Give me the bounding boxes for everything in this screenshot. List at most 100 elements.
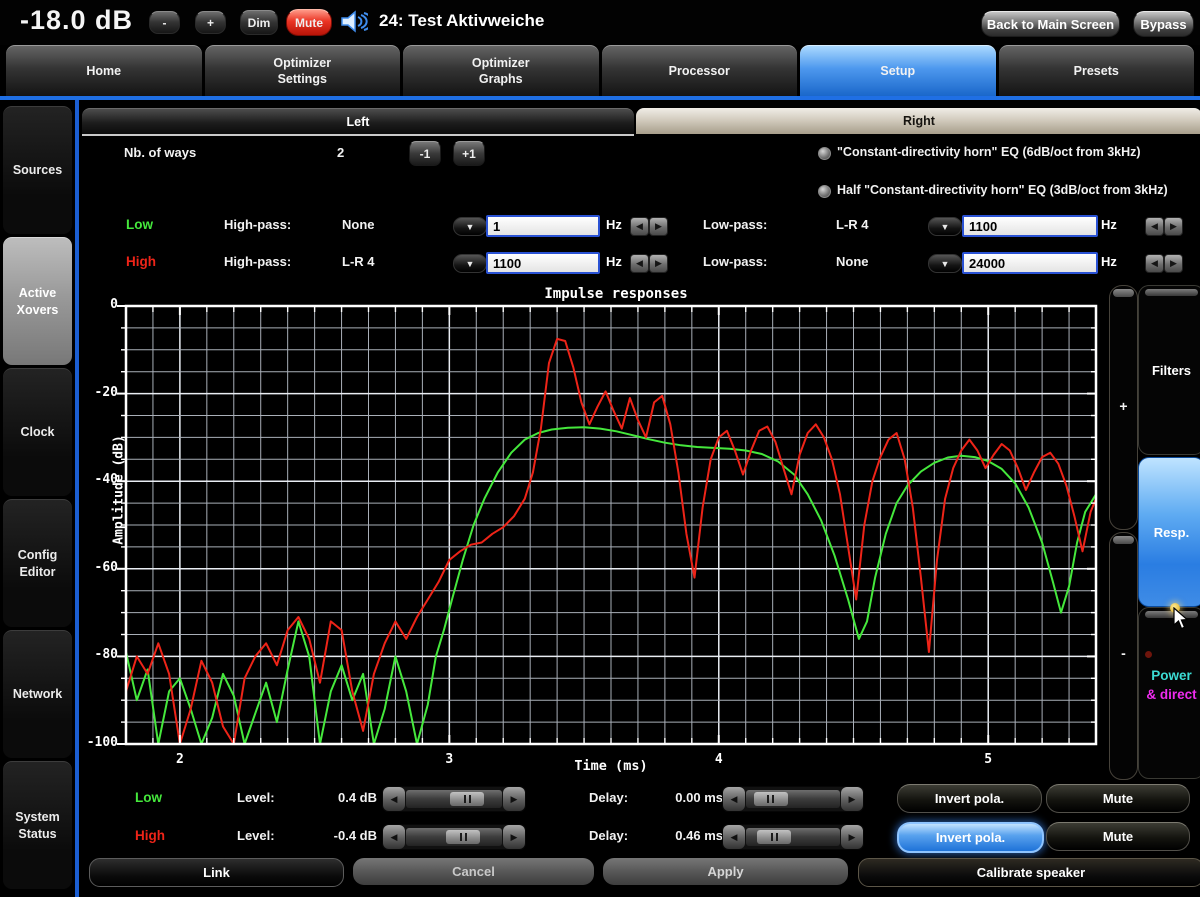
slider-handle[interactable] [757, 830, 791, 844]
tab-home[interactable]: Home [6, 45, 202, 96]
high-pass-freq-input[interactable] [486, 252, 600, 274]
tab-presets[interactable]: Presets [999, 45, 1195, 96]
horn-eq-radio-1[interactable] [818, 147, 831, 160]
x-tick-label: 5 [976, 752, 1000, 767]
y-axis-label: Amplitude (dB) [111, 435, 126, 545]
sidebar-item-system-status[interactable]: System Status [3, 761, 72, 889]
lp-freq-step-up[interactable]: ▶ [1164, 254, 1183, 273]
slider-arrow-left[interactable]: ◀ [723, 825, 745, 849]
slider-handle[interactable] [754, 792, 788, 806]
ways-decrement-button[interactable]: -1 [409, 141, 441, 166]
delay-value: 0.46 ms [645, 828, 723, 843]
xover-row-high: High High-pass: L-R 4 ▼ Hz ◀ ▶ Low-pass:… [79, 251, 1200, 275]
calibrate-speaker-button[interactable]: Calibrate speaker [858, 858, 1200, 887]
zoom-knob[interactable] [1113, 536, 1134, 544]
horn-eq-radio-2[interactable] [818, 185, 831, 198]
mute-button-high[interactable]: Mute [1046, 822, 1190, 851]
tab-processor[interactable]: Processor [602, 45, 798, 96]
slider-track[interactable] [406, 790, 502, 808]
high-pass-type-dropdown[interactable]: ▼ [453, 217, 487, 236]
low-pass-freq-input[interactable] [962, 215, 1098, 237]
tab-optimizer-graphs[interactable]: Optimizer Graphs [403, 45, 599, 96]
slider-arrow-left[interactable]: ◀ [383, 787, 405, 811]
tab-optimizer-settings[interactable]: Optimizer Settings [205, 45, 401, 96]
sidebar-item-clock[interactable]: Clock [3, 368, 72, 496]
tab-setup[interactable]: Setup [800, 45, 996, 96]
high-pass-type-value: None [342, 217, 375, 232]
low-pass-type-dropdown[interactable]: ▼ [928, 217, 962, 236]
slider-arrow-right[interactable]: ▶ [841, 825, 863, 849]
xover-panel: Left Right Nb. of ways 2 -1 +1 "Constant… [75, 100, 1200, 897]
nb-of-ways-value: 2 [337, 145, 344, 160]
slider-handle[interactable] [450, 792, 484, 806]
level-slider-high[interactable]: ◀ ▶ [382, 824, 526, 850]
channel-tab-left[interactable]: Left [82, 108, 634, 136]
chart-title: Impulse responses [431, 286, 801, 302]
sidebar-item-sources[interactable]: Sources [3, 106, 72, 234]
channel-label-low: Low [135, 790, 162, 805]
button-gloss [1145, 289, 1198, 296]
response-view-button[interactable]: Resp. [1138, 457, 1200, 607]
back-to-main-screen-button[interactable]: Back to Main Screen [981, 11, 1120, 37]
x-tick-label: 3 [437, 752, 461, 767]
slider-handle[interactable] [446, 830, 480, 844]
slider-track[interactable] [746, 790, 840, 808]
low-pass-freq-input[interactable] [962, 252, 1098, 274]
slider-track[interactable] [746, 828, 840, 846]
filters-view-button[interactable]: Filters [1138, 285, 1200, 455]
mute-button-low[interactable]: Mute [1046, 784, 1190, 813]
zoom-out-label[interactable]: - [1110, 645, 1137, 661]
link-button[interactable]: Link [89, 858, 344, 887]
horn-eq-label-1: "Constant-directivity horn" EQ (6dB/oct … [837, 145, 1141, 159]
graph-zoom-track-lower[interactable]: - [1109, 532, 1138, 780]
volume-up-button[interactable]: + [195, 11, 226, 34]
bypass-button[interactable]: Bypass [1133, 11, 1194, 37]
invert-polarity-button-low[interactable]: Invert pola. [897, 784, 1042, 813]
master-volume-readout: -18.0 dB [20, 5, 133, 36]
mute-button[interactable]: Mute [286, 9, 332, 36]
xover-row-low: Low High-pass: None ▼ Hz ◀ ▶ Low-pass: L… [79, 214, 1200, 238]
high-pass-freq-input[interactable] [486, 215, 600, 237]
hz-unit-label: Hz [606, 254, 622, 269]
delay-label: Delay: [589, 790, 628, 805]
sidebar-item-active-xovers[interactable]: Active Xovers [3, 237, 72, 365]
delay-slider-high[interactable]: ◀ ▶ [722, 824, 864, 850]
slider-arrow-left[interactable]: ◀ [723, 787, 745, 811]
low-pass-type-dropdown[interactable]: ▼ [928, 254, 962, 273]
invert-polarity-button-high[interactable]: Invert pola. [897, 822, 1044, 853]
high-pass-type-dropdown[interactable]: ▼ [453, 254, 487, 273]
ways-increment-button[interactable]: +1 [453, 141, 485, 166]
x-tick-label: 2 [168, 752, 192, 767]
slider-arrow-right[interactable]: ▶ [503, 787, 525, 811]
level-label: Level: [237, 828, 275, 843]
zoom-knob[interactable] [1113, 289, 1134, 297]
sidebar-item-network[interactable]: Network [3, 630, 72, 758]
cancel-button[interactable]: Cancel [353, 858, 594, 885]
lp-freq-step-down[interactable]: ◀ [1145, 217, 1164, 236]
dim-button[interactable]: Dim [240, 10, 278, 35]
lp-freq-step-down[interactable]: ◀ [1145, 254, 1164, 273]
hp-freq-step-up[interactable]: ▶ [649, 254, 668, 273]
power-direct-view-button[interactable]: Power & direct [1138, 607, 1200, 779]
low-pass-label: Low-pass: [703, 254, 767, 269]
slider-arrow-left[interactable]: ◀ [383, 825, 405, 849]
volume-down-button[interactable]: - [149, 11, 180, 34]
slider-arrow-right[interactable]: ▶ [503, 825, 525, 849]
sidebar-item-config-editor[interactable]: Config Editor [3, 499, 72, 627]
graph-zoom-track-upper[interactable]: + [1109, 285, 1138, 530]
level-slider-low[interactable]: ◀ ▶ [382, 786, 526, 812]
hp-freq-step-down[interactable]: ◀ [630, 254, 649, 273]
high-pass-label: High-pass: [224, 217, 291, 232]
y-tick-label: -100 [74, 735, 118, 750]
zoom-in-label[interactable]: + [1110, 398, 1137, 414]
lp-freq-step-up[interactable]: ▶ [1164, 217, 1183, 236]
hp-freq-step-down[interactable]: ◀ [630, 217, 649, 236]
hp-freq-step-up[interactable]: ▶ [649, 217, 668, 236]
apply-button[interactable]: Apply [603, 858, 848, 885]
slider-track[interactable] [406, 828, 502, 846]
level-value: 0.4 dB [289, 790, 377, 805]
x-axis-label: Time (ms) [574, 758, 647, 774]
delay-slider-low[interactable]: ◀ ▶ [722, 786, 864, 812]
slider-arrow-right[interactable]: ▶ [841, 787, 863, 811]
channel-tab-right[interactable]: Right [636, 108, 1200, 134]
